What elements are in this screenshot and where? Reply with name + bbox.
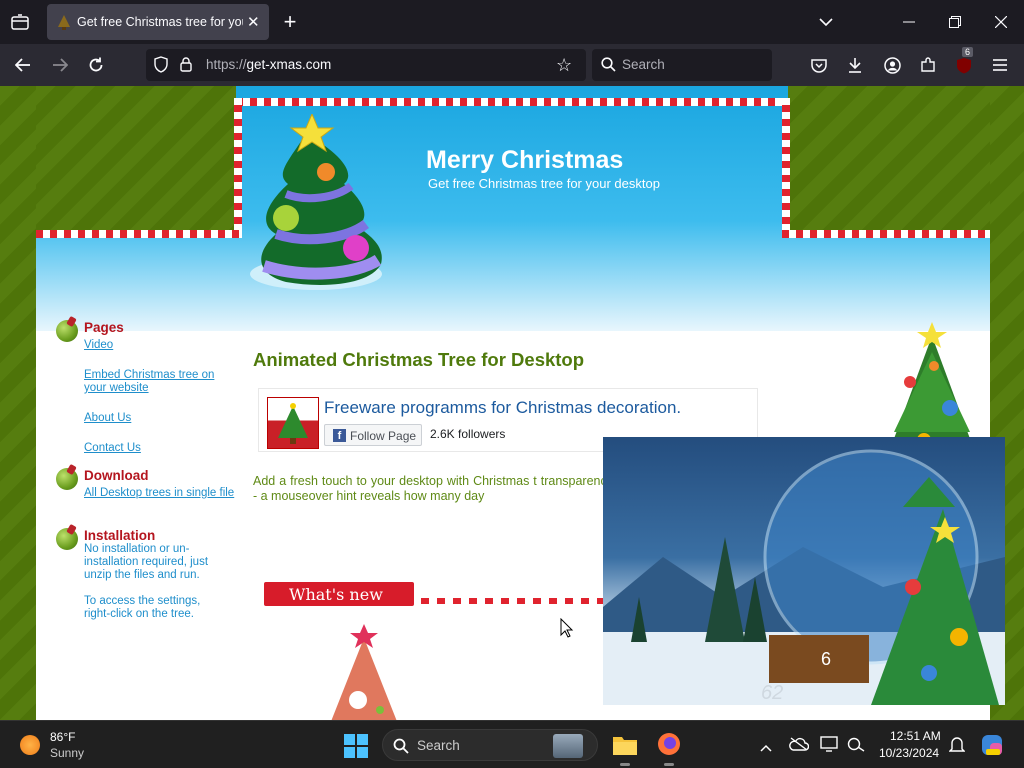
onedrive-icon[interactable]: [789, 737, 810, 756]
active-app-indicator: [620, 763, 630, 766]
taskbar-search[interactable]: Search: [382, 729, 598, 761]
section-title-installation: Installation: [84, 528, 156, 543]
display-icon[interactable]: [820, 736, 838, 757]
taskbar-search-label: Search: [417, 738, 460, 753]
favicon-tree-icon: [57, 14, 71, 35]
site-title: Merry Christmas: [426, 146, 624, 174]
installation-text-2: To access the settings, right-click on t…: [84, 595, 201, 620]
section-title-pages: Pages: [84, 320, 124, 335]
forward-icon[interactable]: [45, 50, 75, 80]
url-text[interactable]: https://get-xmas.com: [206, 57, 331, 72]
ornament-ball-icon: [56, 468, 78, 490]
whats-new-label: What's new: [289, 585, 383, 604]
search-icon: [601, 57, 616, 77]
extensions-icon[interactable]: [913, 50, 943, 80]
mouse-cursor-icon: [560, 617, 574, 643]
banner-corner-left: [36, 86, 236, 236]
search-placeholder: Search: [622, 57, 665, 72]
fb-followers-count: 2.6K followers: [430, 427, 506, 441]
menu-icon[interactable]: [985, 50, 1015, 80]
search-highlight-icon: [553, 734, 583, 758]
snow-globe-counter: 6: [821, 649, 831, 669]
fb-page-name[interactable]: Freeware programms for Christmas decorat…: [324, 398, 681, 418]
weather-widget[interactable]: 86°F Sunny: [18, 729, 108, 761]
bookmark-star-icon[interactable]: ☆: [556, 55, 572, 76]
tab-active[interactable]: Get free Christmas tree for your desktop…: [47, 4, 269, 40]
minimize-icon[interactable]: [894, 7, 924, 37]
snow-globe-number: 62: [761, 682, 783, 704]
restore-icon[interactable]: [940, 7, 970, 37]
page-viewport: Merry Christmas Get free Christmas tree …: [0, 86, 1024, 720]
installation-text-1: No installation or un-installation requi…: [84, 543, 209, 581]
chevron-up-icon[interactable]: [760, 739, 772, 757]
ornament-ball-icon: [56, 320, 78, 342]
copilot-icon[interactable]: [980, 733, 1004, 762]
active-app-indicator: [664, 763, 674, 766]
link-embed-tree[interactable]: Embed Christmas tree on your website: [84, 369, 234, 395]
network-icon[interactable]: [847, 736, 865, 757]
candy-border-right-bottom: [782, 230, 990, 238]
close-window-icon[interactable]: [986, 7, 1016, 37]
close-tab-icon[interactable]: ✕: [247, 13, 260, 31]
snow-globe-tree-window[interactable]: 6 62: [603, 437, 1005, 705]
tracking-shield-icon[interactable]: [154, 56, 168, 78]
section-title-download: Download: [84, 468, 149, 483]
candy-border-left-bottom: [36, 230, 242, 238]
candy-border-left: [234, 98, 242, 238]
windows-taskbar: 86°F Sunny Search 12:51 AM 10/23/2024: [0, 720, 1024, 768]
weather-temp: 86°F: [50, 730, 76, 744]
clock-date[interactable]: 10/23/2024: [879, 746, 939, 760]
link-all-trees[interactable]: All Desktop trees in single file: [84, 487, 236, 500]
fb-page-thumbnail[interactable]: [267, 397, 319, 449]
sun-icon: [20, 735, 40, 755]
new-tab-icon[interactable]: +: [275, 7, 305, 37]
reload-icon[interactable]: [81, 50, 111, 80]
browser-tab-bar: Get free Christmas tree for your desktop…: [0, 0, 1024, 44]
fb-follow-button[interactable]: f Follow Page: [324, 424, 422, 446]
weather-desc: Sunny: [50, 746, 85, 760]
windows-start-icon[interactable]: [344, 734, 368, 763]
account-icon[interactable]: [877, 50, 907, 80]
file-explorer-icon[interactable]: [612, 733, 638, 762]
intro-text: Add a fresh touch to your desktop with C…: [253, 474, 613, 503]
firefox-icon[interactable]: [657, 732, 681, 761]
site-subtitle: Get free Christmas tree for your desktop: [428, 176, 660, 191]
ublock-extension-icon[interactable]: 6: [949, 47, 979, 80]
extension-badge: 6: [962, 47, 974, 57]
sidebar-section-installation: Installation No installation or un-insta…: [56, 528, 246, 621]
small-tree-image: [324, 624, 404, 720]
notifications-icon[interactable]: [948, 736, 966, 759]
search-bar[interactable]: Search: [592, 49, 772, 81]
fb-follow-label: Follow Page: [350, 429, 417, 443]
clock-time[interactable]: 12:51 AM: [890, 729, 941, 743]
sidebar-section-pages: Pages Video Embed Christmas tree on your…: [56, 320, 246, 468]
link-about-us[interactable]: About Us: [84, 412, 246, 425]
search-icon: [393, 738, 409, 759]
tab-list-icon[interactable]: [5, 7, 35, 37]
pocket-icon[interactable]: [804, 50, 834, 80]
ornament-ball-icon: [56, 528, 78, 550]
header-christmas-tree-image: [246, 112, 386, 294]
link-video[interactable]: Video: [84, 339, 246, 352]
address-bar[interactable]: https://get-xmas.com ☆: [146, 49, 586, 81]
sidebar: Pages Video Embed Christmas tree on your…: [56, 320, 246, 621]
candy-divider: [421, 598, 611, 604]
whats-new-ribbon: What's new: [264, 582, 414, 606]
browser-nav-bar: https://get-xmas.com ☆ Search 6: [0, 44, 1024, 86]
banner-corner-right: [788, 86, 990, 236]
link-contact-us[interactable]: Contact Us: [84, 442, 246, 455]
candy-border-right: [782, 98, 790, 238]
downloads-icon[interactable]: [840, 50, 870, 80]
padlock-icon[interactable]: [180, 57, 192, 77]
candy-border-top: [236, 98, 790, 106]
main-heading: Animated Christmas Tree for Desktop: [253, 349, 585, 370]
back-icon[interactable]: [8, 50, 38, 80]
tab-title: Get free Christmas tree for your desktop: [77, 15, 243, 29]
facebook-icon: f: [333, 429, 346, 442]
sidebar-section-download: Download All Desktop trees in single fil…: [56, 468, 246, 528]
chevron-down-icon[interactable]: [811, 7, 841, 37]
